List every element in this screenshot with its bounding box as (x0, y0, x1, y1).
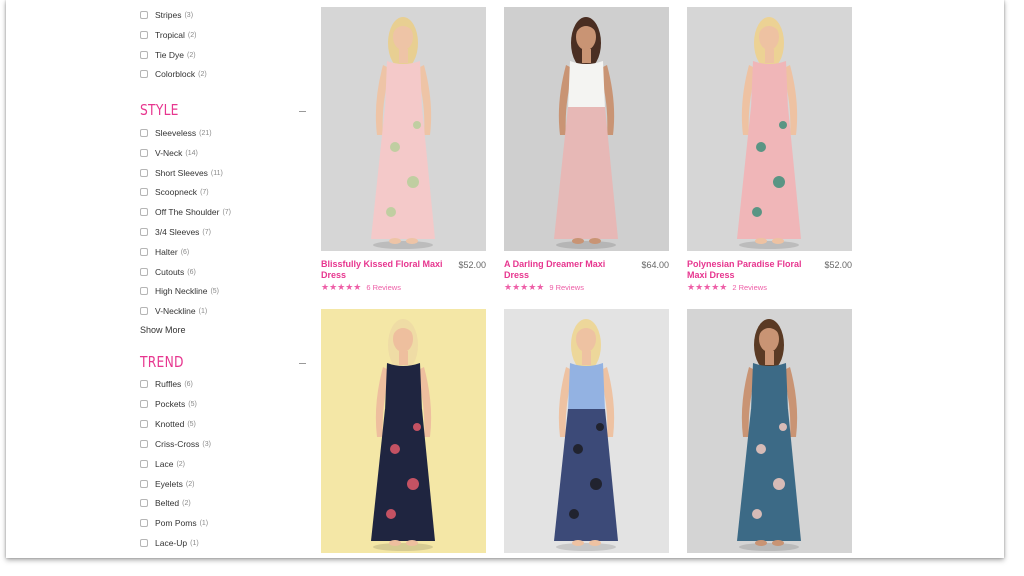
star-rating-icon: ★★★★★ (687, 282, 728, 292)
filter-option-colorblock[interactable]: Colorblock (2) (140, 67, 207, 81)
filter-option-three-quarter-sleeves[interactable]: 3/4 Sleeves (7) (140, 225, 211, 239)
product-name[interactable]: Blissfully Kissed Floral Maxi Dress (321, 259, 449, 281)
reviews-link[interactable]: 6 Reviews (366, 283, 401, 292)
filter-option-belted[interactable]: Belted (2) (140, 496, 191, 510)
checkbox[interactable] (140, 70, 148, 78)
product-rating: ★★★★★ 2 Reviews (687, 282, 767, 293)
filter-option-off-the-shoulder[interactable]: Off The Shoulder (7) (140, 205, 231, 219)
product-name[interactable]: A Darling Dreamer Maxi Dress (504, 259, 632, 281)
checkbox[interactable] (140, 499, 148, 507)
style-section-title[interactable]: STYLE (140, 101, 179, 119)
product-card[interactable]: Polynesian Paradise Floral Maxi Dress $5… (687, 7, 852, 295)
star-rating-icon: ★★★★★ (321, 282, 362, 292)
product-price: $52.00 (824, 260, 852, 270)
filter-option-ruffles[interactable]: Ruffles (6) (140, 377, 193, 391)
product-image[interactable] (504, 309, 669, 553)
product-card[interactable] (687, 309, 852, 553)
reviews-link[interactable]: 9 Reviews (549, 283, 584, 292)
show-more-link[interactable]: Show More (140, 325, 186, 335)
checkbox[interactable] (140, 380, 148, 388)
checkbox[interactable] (140, 420, 148, 428)
filter-option-short-sleeves[interactable]: Short Sleeves (11) (140, 166, 223, 180)
checkbox[interactable] (140, 400, 148, 408)
star-rating-icon: ★★★★★ (504, 282, 545, 292)
product-card[interactable]: Blissfully Kissed Floral Maxi Dress $52.… (321, 7, 486, 295)
checkbox[interactable] (140, 129, 148, 137)
product-image[interactable] (687, 7, 852, 251)
product-image[interactable] (504, 7, 669, 251)
checkbox[interactable] (140, 31, 148, 39)
checkbox[interactable] (140, 307, 148, 315)
product-card[interactable]: A Darling Dreamer Maxi Dress $64.00 ★★★★… (504, 7, 669, 295)
model-photo-illustration (737, 17, 801, 249)
filter-option-stripes[interactable]: Stripes (3) (140, 8, 193, 22)
product-rating: ★★★★★ 6 Reviews (321, 282, 401, 293)
product-image[interactable] (687, 309, 852, 553)
trend-section-title[interactable]: TREND (140, 353, 184, 371)
filter-option-v-neck[interactable]: V-Neck (14) (140, 146, 198, 160)
product-card[interactable] (321, 309, 486, 553)
checkbox[interactable] (140, 228, 148, 236)
filter-option-tie-dye[interactable]: Tie Dye (2) (140, 48, 196, 62)
filter-option-pockets[interactable]: Pockets (5) (140, 397, 197, 411)
page-frame: Stripes (3) Tropical (2) Tie Dye (2) Colorb… (6, 0, 1004, 558)
model-photo-illustration (371, 17, 435, 249)
style-collapse-icon[interactable] (299, 111, 306, 112)
filter-option-knotted[interactable]: Knotted (5) (140, 417, 196, 431)
checkbox[interactable] (140, 539, 148, 547)
checkbox[interactable] (140, 149, 148, 157)
product-card[interactable] (504, 309, 669, 553)
checkbox[interactable] (140, 208, 148, 216)
product-image[interactable] (321, 7, 486, 251)
filter-option-lace[interactable]: Lace (2) (140, 457, 185, 471)
checkbox[interactable] (140, 268, 148, 276)
checkbox[interactable] (140, 440, 148, 448)
model-photo-illustration (554, 17, 618, 249)
trend-collapse-icon[interactable] (299, 363, 306, 364)
filter-option-cutouts[interactable]: Cutouts (6) (140, 265, 196, 279)
filter-option-pom-poms[interactable]: Pom Poms (1) (140, 516, 208, 530)
checkbox[interactable] (140, 188, 148, 196)
product-image[interactable] (321, 309, 486, 553)
product-rating: ★★★★★ 9 Reviews (504, 282, 584, 293)
filter-option-sleeveless[interactable]: Sleeveless (21) (140, 126, 212, 140)
product-price: $52.00 (458, 260, 486, 270)
filter-option-halter[interactable]: Halter (6) (140, 245, 189, 259)
checkbox[interactable] (140, 287, 148, 295)
model-photo-illustration (371, 319, 435, 551)
model-photo-illustration (554, 319, 618, 551)
product-name[interactable]: Polynesian Paradise Floral Maxi Dress (687, 259, 815, 281)
checkbox[interactable] (140, 480, 148, 488)
reviews-link[interactable]: 2 Reviews (732, 283, 767, 292)
checkbox[interactable] (140, 519, 148, 527)
filter-option-scoopneck[interactable]: Scoopneck (7) (140, 185, 209, 199)
checkbox[interactable] (140, 11, 148, 19)
filter-option-tropical[interactable]: Tropical (2) (140, 28, 196, 42)
checkbox[interactable] (140, 51, 148, 59)
product-price: $64.00 (641, 260, 669, 270)
checkbox[interactable] (140, 169, 148, 177)
checkbox[interactable] (140, 460, 148, 468)
filter-option-v-neckline[interactable]: V-Neckline (1) (140, 304, 207, 318)
filter-option-criss-cross[interactable]: Criss-Cross (3) (140, 437, 211, 451)
model-photo-illustration (737, 319, 801, 551)
filter-option-high-neckline[interactable]: High Neckline (5) (140, 284, 219, 298)
filter-option-lace-up[interactable]: Lace-Up (1) (140, 536, 199, 550)
checkbox[interactable] (140, 248, 148, 256)
filter-option-eyelets[interactable]: Eyelets (2) (140, 477, 194, 491)
